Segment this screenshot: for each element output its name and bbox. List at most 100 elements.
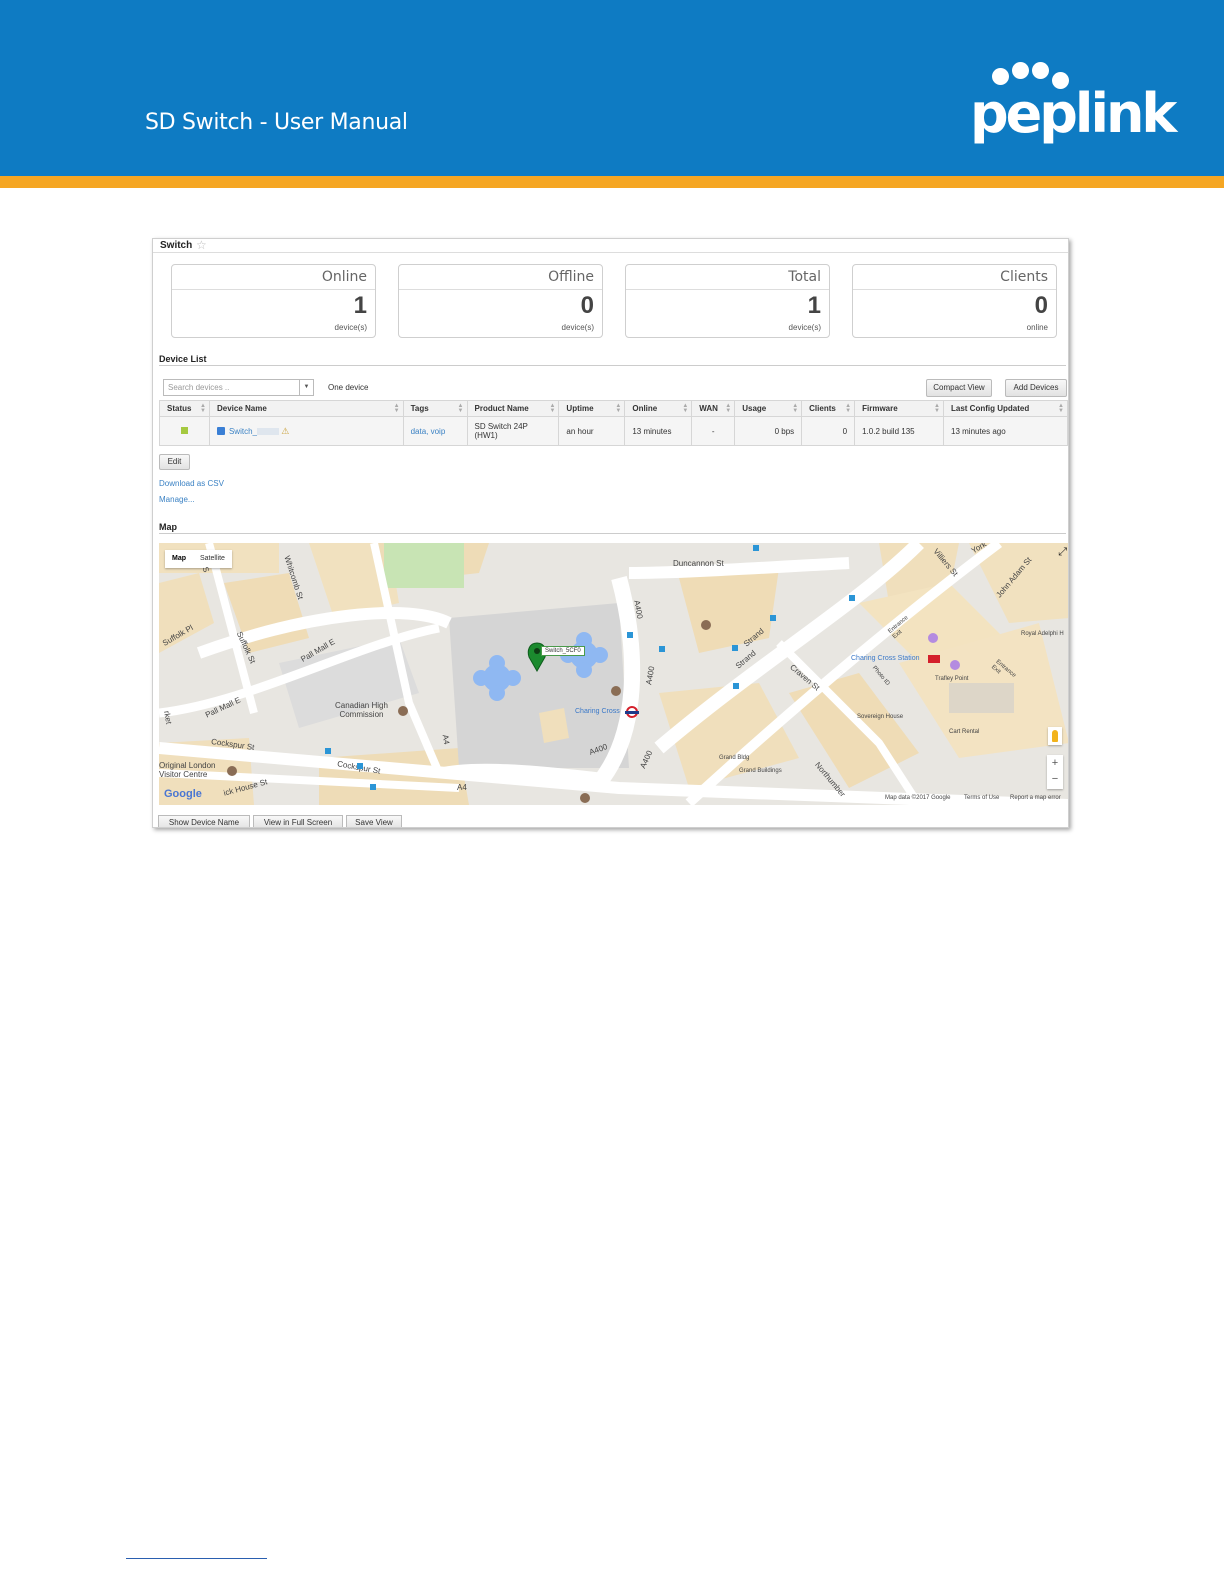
poi-label: Royal Adelphi H [1021, 631, 1064, 637]
section-divider [159, 533, 1066, 534]
search-input[interactable]: Search devices .. ▼ [163, 379, 314, 396]
poi-label: Canadian High Commission [335, 701, 388, 719]
card-unit: device(s) [334, 323, 367, 332]
column-label: Clients [809, 404, 836, 413]
google-logo: Google [164, 788, 202, 800]
column-label: WAN [699, 404, 718, 413]
warning-icon: ⚠ [281, 425, 290, 436]
status-online-icon [181, 426, 188, 434]
compact-view-button[interactable]: Compact View [926, 379, 992, 397]
usage-cell: 0 bps [734, 416, 803, 446]
last-config-updated-cell: 13 minutes ago [943, 416, 1068, 446]
table-header-row: Status ▲ ▼ Device Name ▲ ▼ Tags ▲ ▼ Product Na… [159, 400, 1068, 417]
sort-icon: ▲ ▼ [725, 403, 732, 414]
wan-cell: - [691, 416, 736, 446]
report-error-link[interactable]: Report a map error [1010, 795, 1061, 801]
column-header-device-name[interactable]: Device Name ▲ ▼ [208, 400, 404, 417]
column-header-uptime[interactable]: Uptime ▲ ▼ [558, 400, 626, 417]
footnote-rule [126, 1558, 267, 1559]
tags-link[interactable]: data, voip [411, 427, 446, 436]
card-divider [853, 289, 1056, 290]
map-type-map-button[interactable]: Map [165, 550, 193, 568]
switch-device-icon [216, 426, 225, 435]
card-unit: online [1026, 323, 1048, 332]
device-marker-label[interactable]: Switch_5CF0 [541, 646, 585, 656]
sort-icon: ▲ ▼ [934, 403, 940, 414]
card-value: 1 [807, 292, 821, 319]
street-view-pegman-icon[interactable] [1048, 727, 1062, 745]
sort-icon: ▲ ▼ [792, 403, 799, 414]
card-value: 0 [580, 292, 594, 319]
column-header-product-name[interactable]: Product Name ▲ ▼ [466, 400, 560, 417]
poi-label: Grand Bldg [719, 755, 750, 761]
card-value: 1 [353, 292, 367, 319]
offline-card: Offline 0 device(s) [398, 264, 603, 338]
device-map[interactable]: Map Satellite Duncannon St Whitcomb St S… [159, 543, 1068, 805]
sort-icon: ▲ ▼ [200, 403, 206, 414]
sort-icon: ▲ ▼ [457, 403, 464, 414]
map-heading: Map [159, 522, 177, 532]
chevron-down-icon[interactable]: ▼ [299, 380, 313, 395]
view-full-screen-button[interactable]: View in Full Screen [253, 815, 343, 827]
column-label: Online [632, 404, 658, 413]
column-header-online[interactable]: Online ▲ ▼ [624, 400, 693, 417]
zoom-out-button[interactable]: − [1047, 771, 1063, 787]
manage-link[interactable]: Manage... [159, 495, 195, 504]
device-list-heading: Device List [159, 354, 207, 364]
table-row[interactable]: Switch_ ⚠ data, voip SD Switch 24P (HW1)… [159, 416, 1068, 446]
poi-label: Original London Visitor Centre [159, 761, 216, 779]
clients-card: Clients 0 online [852, 264, 1057, 338]
column-label: Status [167, 404, 192, 413]
sort-icon: ▲ ▼ [682, 403, 689, 414]
device-table: Status ▲ ▼ Device Name ▲ ▼ Tags ▲ ▼ Product Na… [159, 400, 1068, 446]
poi-label: Cart Rental [949, 729, 980, 735]
status-cell [159, 416, 210, 446]
column-header-wan[interactable]: WAN ▲ ▼ [691, 400, 736, 417]
fullscreen-icon[interactable]: ⤢ [1058, 546, 1067, 559]
column-header-firmware[interactable]: Firmware ▲ ▼ [854, 400, 944, 417]
favorite-star-icon[interactable]: ☆ [196, 239, 207, 252]
road-label: A4 [440, 733, 452, 746]
device-name-link[interactable]: Switch_ [229, 427, 257, 436]
tags-cell: data, voip [402, 416, 468, 446]
road-label: A4 [457, 783, 467, 792]
search-placeholder: Search devices .. [168, 383, 230, 392]
column-header-tags[interactable]: Tags ▲ ▼ [402, 400, 468, 417]
column-header-usage[interactable]: Usage ▲ ▼ [734, 400, 803, 417]
zoom-in-button[interactable]: + [1047, 755, 1063, 771]
column-label: Firmware [862, 404, 898, 413]
card-divider [626, 289, 829, 290]
title-divider [153, 252, 1068, 253]
sort-icon: ▲ ▼ [615, 403, 622, 414]
card-label: Total [788, 269, 821, 285]
column-label: Uptime [566, 404, 594, 413]
sort-icon: ▲ ▼ [393, 403, 400, 414]
page-title: Switch [160, 240, 193, 251]
poi-label: Charing Cross [575, 708, 620, 715]
street-label: Duncannon St [673, 559, 724, 568]
card-divider [172, 289, 375, 290]
manual-title: SD Switch - User Manual [145, 110, 408, 135]
device-name-cell[interactable]: Switch_ ⚠ [208, 416, 404, 446]
header-accent-stripe [0, 176, 1224, 188]
show-device-name-button[interactable]: Show Device Name [158, 815, 250, 827]
add-devices-button[interactable]: Add Devices [1005, 379, 1067, 397]
column-header-status[interactable]: Status ▲ ▼ [159, 400, 210, 417]
map-type-satellite-button[interactable]: Satellite [193, 550, 232, 568]
online-cell: 13 minutes [624, 416, 693, 446]
column-label: Usage [742, 404, 767, 413]
column-label: Device Name [216, 404, 267, 413]
zoom-control[interactable]: + − [1047, 755, 1063, 789]
brand-logo: peplink [970, 60, 1177, 150]
terms-link[interactable]: Terms of Use [964, 795, 999, 801]
card-value: 0 [1034, 292, 1048, 319]
save-view-button[interactable]: Save View [346, 815, 402, 827]
column-label: Tags [410, 404, 429, 413]
column-header-last-config-updated[interactable]: Last Config Updated ▲ ▼ [943, 400, 1068, 417]
column-header-clients[interactable]: Clients ▲ ▼ [801, 400, 856, 417]
edit-button[interactable]: Edit [159, 454, 190, 470]
map-type-toggle[interactable]: Map Satellite [165, 550, 232, 568]
download-csv-link[interactable]: Download as CSV [159, 479, 224, 488]
online-card: Online 1 device(s) [171, 264, 376, 338]
column-label: Product Name [474, 404, 529, 413]
